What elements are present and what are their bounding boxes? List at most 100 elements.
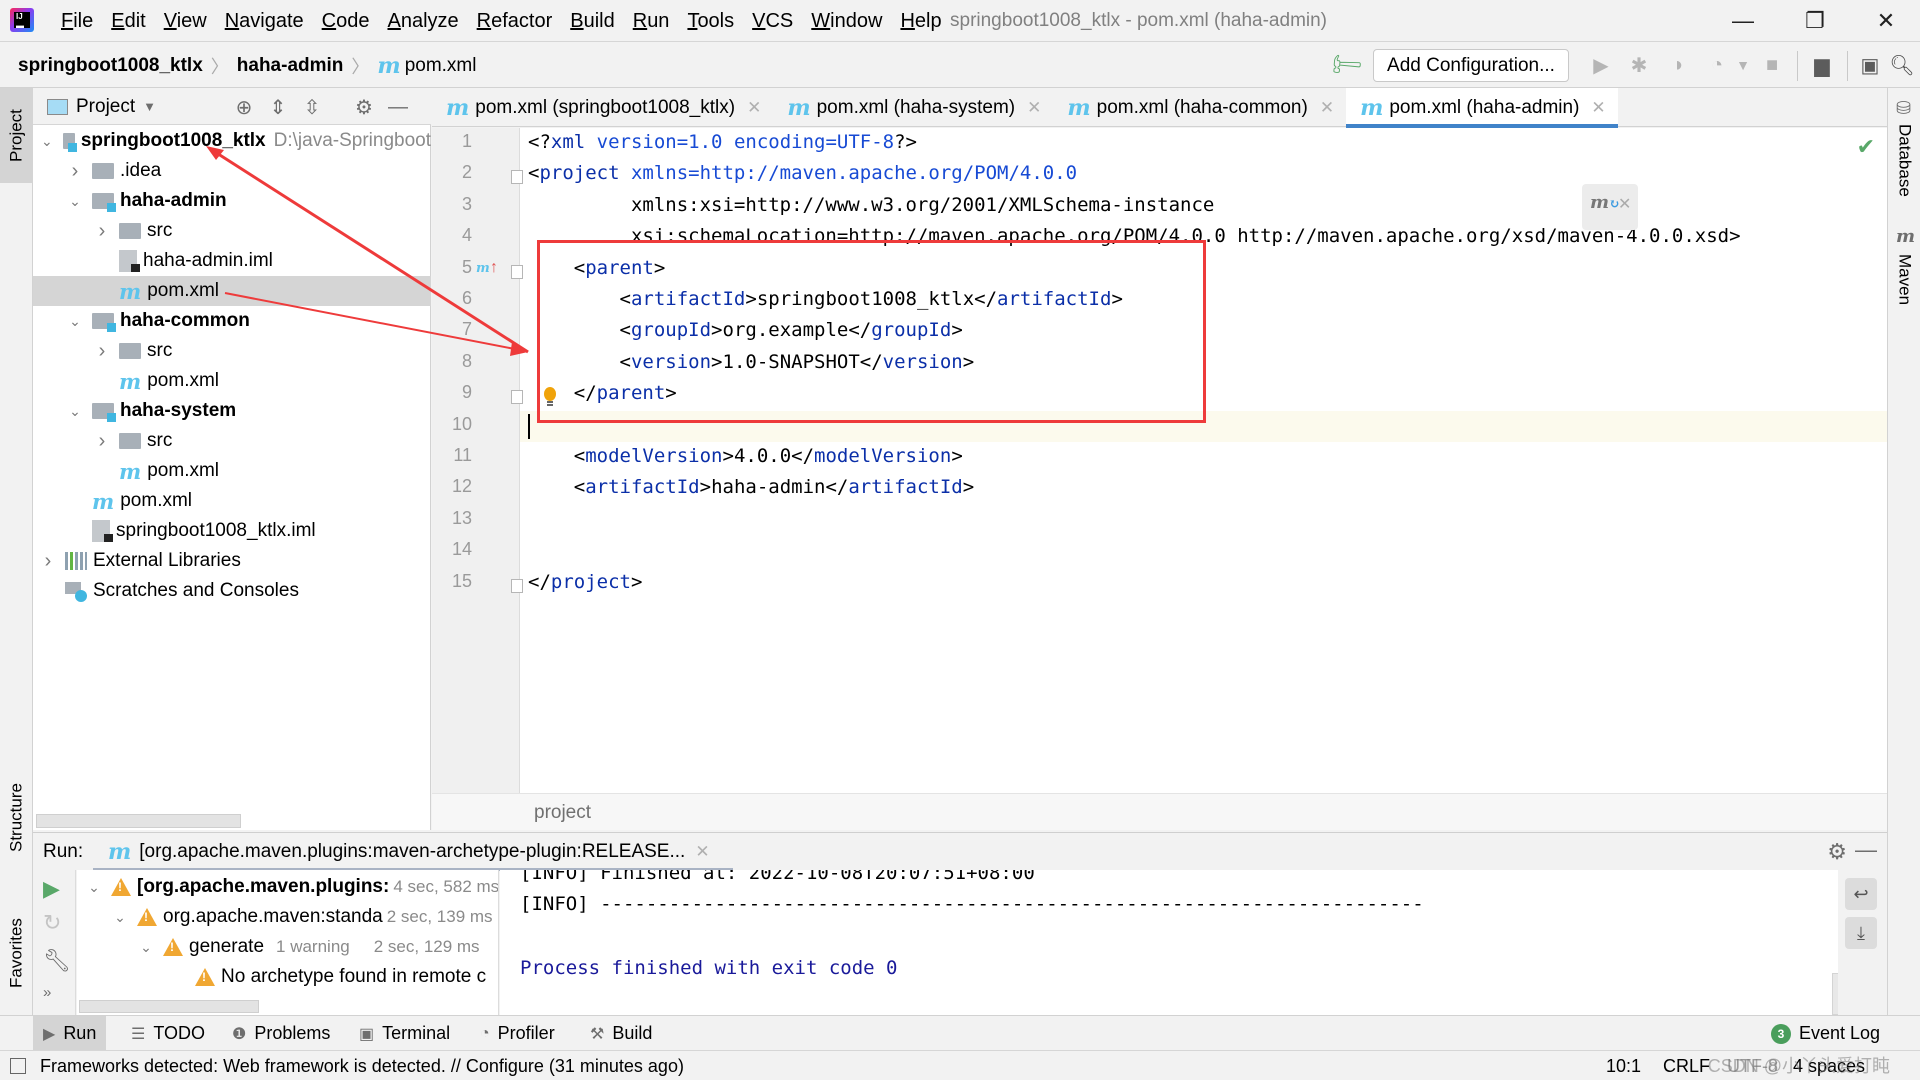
chevron-right-icon[interactable]: › (95, 220, 109, 243)
line-separator[interactable]: CRLF (1663, 1051, 1710, 1080)
close-run-tab-icon[interactable]: ✕ (695, 842, 709, 862)
tool-window-favorites[interactable]: Favorites (0, 898, 33, 1008)
run-tree-item[interactable]: ⌄ generate 1 warning 2 sec, 129 ms (139, 932, 479, 962)
horizontal-scrollbar[interactable] (79, 1000, 259, 1013)
run-with-coverage-icon[interactable]: ◗ (1665, 51, 1693, 79)
maven-reload-icon[interactable]: m↻ (1590, 192, 1620, 213)
menu-navigate[interactable]: Navigate (216, 0, 313, 42)
chevron-down-icon[interactable]: ⌄ (68, 193, 82, 210)
run-tab[interactable]: m [org.apache.maven.plugins:maven-archet… (108, 833, 710, 871)
tree-item[interactable]: m pom.xml (33, 486, 431, 516)
menu-edit[interactable]: Edit (102, 0, 154, 42)
menu-run[interactable]: Run (624, 0, 679, 42)
add-configuration-button[interactable]: Add Configuration... (1373, 49, 1569, 82)
event-log-button[interactable]: 3 Event Log (1770, 1016, 1880, 1051)
close-tab-icon[interactable]: ✕ (1027, 98, 1041, 118)
console-output[interactable]: [INFO] Finished at: 2022-10-08T20:07:51+… (500, 870, 1838, 1015)
tool-window-project[interactable]: Project (0, 88, 33, 183)
code-editor[interactable]: 1 2 3 4 5 6 7 8 9 10 11 12 13 14 15 <?xml version=1.0 … (432, 128, 1887, 793)
tree-item[interactable]: ⌄ haha-system (33, 396, 431, 426)
tab-pom-haha-admin[interactable]: m pom.xml (haha-admin) ✕ (1346, 88, 1618, 128)
tree-item[interactable]: m pom.xml (33, 456, 431, 486)
close-popup-icon[interactable]: ✕ (1618, 194, 1631, 214)
chevron-down-icon[interactable]: ▼ (1729, 51, 1757, 79)
breadcrumb-file[interactable]: pom.xml (405, 55, 477, 77)
rerun-icon[interactable]: ▶ (43, 876, 60, 902)
chevron-right-icon[interactable]: › (95, 430, 109, 453)
notification-icon[interactable] (10, 1058, 26, 1074)
project-structure-icon[interactable]: ▆ (1808, 51, 1836, 79)
tree-item[interactable]: ⌄ springboot1008_ktlx D:\java-Springboot (33, 126, 431, 156)
tree-item[interactable]: m pom.xml (33, 276, 431, 306)
tree-item[interactable]: haha-admin.iml (33, 246, 431, 276)
toggle-offline-icon[interactable]: ↻ (43, 910, 61, 936)
bottom-tab-profiler[interactable]: ◔ Profiler (470, 1016, 565, 1051)
menu-vcs[interactable]: VCS (743, 0, 802, 42)
caret-position[interactable]: 10:1 (1606, 1051, 1641, 1080)
code-line[interactable]: xmlns:xsi=http://www.w3.org/2001/XMLSche… (528, 194, 1214, 216)
hide-panel-icon[interactable]: — (1855, 837, 1877, 863)
tool-window-structure[interactable]: Structure (0, 768, 33, 868)
tree-item[interactable]: ⌄ haha-common (33, 306, 431, 336)
run-tree-item[interactable]: No archetype found in remote c (195, 962, 486, 992)
menu-refactor[interactable]: Refactor (468, 0, 562, 42)
tree-item[interactable]: › External Libraries (33, 546, 431, 576)
bottom-tab-run[interactable]: ▶ Run (33, 1016, 107, 1051)
menu-view[interactable]: View (155, 0, 216, 42)
code-line[interactable]: <?xml version=1.0 encoding=UTF-8?> (528, 131, 917, 153)
tree-item[interactable]: Scratches and Consoles (33, 576, 431, 606)
run-anything-icon[interactable]: ▣ (1856, 51, 1884, 79)
code-line[interactable]: </project> (528, 571, 642, 593)
gear-icon[interactable]: ⚙ (351, 94, 377, 120)
tree-item[interactable]: springboot1008_ktlx.iml (33, 516, 431, 546)
chevron-right-icon[interactable]: › (41, 550, 55, 573)
bottom-tab-build[interactable]: ⚒ Build (580, 1016, 662, 1051)
breadcrumb-project[interactable]: springboot1008_ktlx (18, 55, 203, 77)
close-window-button[interactable]: ✕ (1856, 0, 1916, 42)
horizontal-scrollbar[interactable] (36, 814, 241, 828)
code-line[interactable]: <modelVersion>4.0.0</modelVersion> (528, 445, 963, 467)
tree-item[interactable]: › .idea (33, 156, 431, 186)
tool-window-maven[interactable]: Maven (1888, 254, 1920, 324)
code-content[interactable]: <?xml version=1.0 encoding=UTF-8?> <proje… (432, 128, 1887, 793)
run-tree-item[interactable]: ⌄ [org.apache.maven.plugins: 4 sec, 582 … (87, 872, 498, 902)
tree-item[interactable]: › src (33, 426, 431, 456)
menu-file[interactable]: File (52, 0, 102, 42)
chevron-down-icon[interactable]: ⌄ (41, 133, 53, 150)
tree-item[interactable]: › src (33, 216, 431, 246)
run-icon[interactable]: ▶ (1587, 51, 1615, 79)
collapse-all-icon[interactable]: ⇳ (299, 94, 325, 120)
tree-item[interactable]: › src (33, 336, 431, 366)
chevron-down-icon[interactable]: ⌄ (68, 403, 82, 420)
breadcrumb-module[interactable]: haha-admin (237, 55, 344, 77)
close-tab-icon[interactable]: ✕ (747, 98, 761, 118)
code-line[interactable]: <project xmlns=http://maven.apache.org/P… (528, 162, 1077, 184)
more-actions-icon[interactable]: » (43, 984, 51, 1001)
locate-file-icon[interactable]: ⊕ (231, 94, 257, 120)
tab-pom-springboot1008-ktlx[interactable]: m pom.xml (springboot1008_ktlx) ✕ (432, 88, 773, 127)
navigate-to-parent-arrow-icon[interactable]: ↑ (490, 259, 498, 277)
tab-pom-haha-system[interactable]: m pom.xml (haha-system) ✕ (773, 88, 1053, 127)
no-problems-check-icon[interactable]: ✔ (1857, 134, 1875, 160)
status-message[interactable]: Frameworks detected: Web framework is de… (40, 1051, 684, 1080)
minimize-button[interactable]: — (1713, 0, 1773, 42)
maven-parent-gutter-icon[interactable]: m (476, 262, 490, 275)
menu-analyze[interactable]: Analyze (378, 0, 467, 42)
tool-window-database[interactable]: Database (1888, 124, 1920, 214)
build-hammer-icon[interactable]: 🔨︎ (1324, 44, 1366, 86)
expand-all-icon[interactable]: ⇕ (265, 94, 291, 120)
scroll-to-end-icon[interactable]: ⤓ (1845, 917, 1877, 949)
hide-panel-icon[interactable]: — (385, 94, 411, 120)
chevron-down-icon[interactable]: ⌄ (68, 313, 82, 330)
close-tab-icon[interactable]: ✕ (1320, 98, 1334, 118)
menu-window[interactable]: Window (802, 0, 891, 42)
project-view-selector[interactable]: Project ▼ (47, 88, 156, 125)
menu-tools[interactable]: Tools (678, 0, 743, 42)
profile-icon[interactable]: ◔ (1703, 51, 1731, 79)
run-tree-item[interactable]: ⌄ org.apache.maven:standa 2 sec, 139 ms (113, 902, 492, 932)
bottom-tab-terminal[interactable]: ▣ Terminal (349, 1016, 460, 1051)
menu-build[interactable]: Build (561, 0, 623, 42)
bottom-tab-problems[interactable]: ❶ Problems (222, 1016, 340, 1051)
chevron-right-icon[interactable]: › (68, 160, 82, 183)
gear-icon[interactable]: ⚙ (1827, 839, 1847, 865)
